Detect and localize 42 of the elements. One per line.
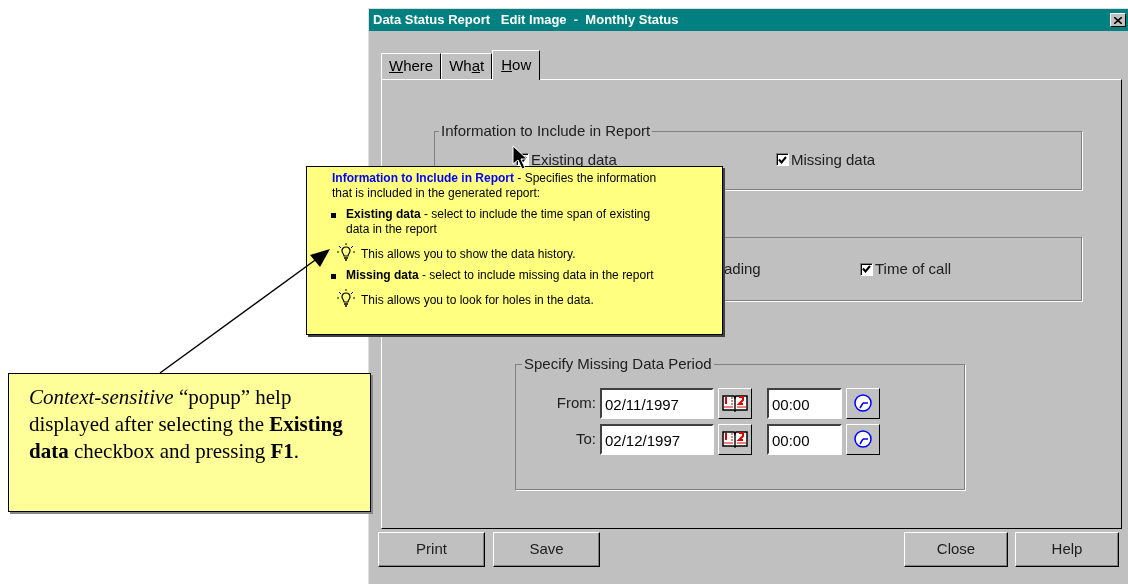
calendar-icon <box>722 394 748 412</box>
clock-icon <box>853 429 873 449</box>
checkbox-label: Time of call <box>875 259 952 279</box>
checkbox[interactable] <box>776 153 789 167</box>
time-field[interactable]: 00:00 <box>767 423 842 455</box>
close-button[interactable] <box>1110 13 1126 27</box>
date-field[interactable]: 02/12/1997 <box>600 423 714 455</box>
group-title: Information to Include in Report <box>440 121 652 141</box>
tip-text: This allows you to look for holes in the data. <box>361 293 594 308</box>
checkbox-label: Existing data <box>531 149 617 170</box>
window-title: Data Status Report Edit Image - Monthly Status <box>373 11 679 30</box>
clock-button[interactable] <box>846 387 880 419</box>
bullet-icon <box>331 274 336 279</box>
field-label: From: <box>555 392 597 413</box>
calendar-button[interactable] <box>718 387 752 419</box>
callout-text: Context-sensitive “popup” help displayed after selecting the Existing data checkbox and pressing F1. <box>29 384 344 465</box>
time-field[interactable]: 00:00 <box>767 387 842 419</box>
dialog-button[interactable]: Help <box>1015 532 1119 567</box>
help-text: Existing data - select to include the time span of existing data in the report <box>346 207 652 237</box>
checkbox-label: ading <box>724 259 762 279</box>
tab[interactable]: How <box>492 50 541 80</box>
help-text: Information to Include in Report - Specifies the information that is included in the generated report: <box>331 171 658 201</box>
calendar-button[interactable] <box>718 423 752 455</box>
clock-button[interactable] <box>846 423 880 455</box>
checkbox[interactable] <box>860 262 873 276</box>
light-bulb-icon <box>336 242 356 262</box>
bullet-icon <box>331 213 336 218</box>
dialog-button[interactable]: Print <box>378 532 485 567</box>
dialog-button[interactable]: Save <box>493 532 600 567</box>
tip-text: This allows you to show the data history. <box>361 247 576 262</box>
help-text: Missing data - select to include missing data in the report <box>346 268 654 283</box>
checkbox-label: Missing data <box>791 149 876 170</box>
clock-icon <box>853 393 873 413</box>
dialog-button[interactable]: Close <box>904 532 1008 567</box>
calendar-icon <box>722 430 748 448</box>
tab[interactable]: Where <box>381 53 442 79</box>
date-field[interactable]: 02/11/1997 <box>600 387 714 419</box>
group-title: Specify Missing Data Period <box>523 354 713 374</box>
light-bulb-icon <box>336 288 356 308</box>
close-icon <box>1114 16 1122 24</box>
tab[interactable]: What <box>441 53 493 79</box>
field-label: To: <box>575 428 597 449</box>
